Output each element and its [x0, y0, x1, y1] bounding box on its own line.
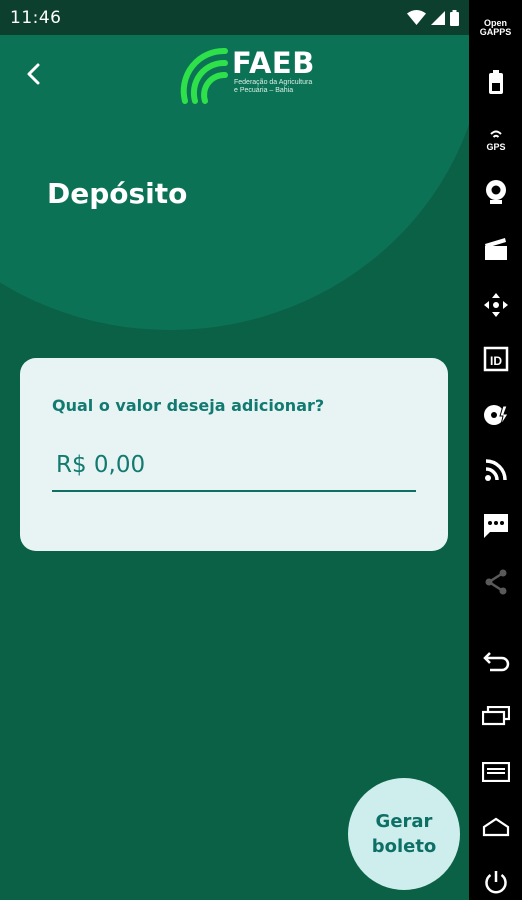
dpad-tool-button[interactable]	[469, 290, 522, 320]
back-icon	[482, 652, 509, 672]
deposit-card: Qual o valor deseja adicionar?	[20, 358, 448, 551]
sms-tool-button[interactable]	[469, 510, 522, 542]
recent-apps-button[interactable]	[469, 702, 522, 730]
logo-text: FAEB	[232, 46, 315, 80]
disk-tool-button[interactable]	[469, 400, 522, 430]
svg-text:ID: ID	[490, 354, 502, 368]
power-icon	[484, 871, 507, 894]
gps-tool-button[interactable]: GPS	[469, 125, 522, 155]
webcam-icon	[485, 180, 506, 204]
generate-boleto-button[interactable]: Gerar boleto	[348, 778, 460, 890]
menu-button[interactable]	[469, 758, 522, 786]
rss-icon	[484, 459, 507, 481]
wifi-icon	[407, 10, 426, 25]
chevron-left-icon	[27, 63, 40, 85]
signal-arcs-icon	[180, 47, 228, 104]
share-tool-button[interactable]	[469, 566, 522, 598]
home-icon	[482, 817, 509, 837]
status-time: 11:46	[10, 8, 62, 28]
battery-tool-button[interactable]	[469, 66, 522, 98]
nav-back-button[interactable]	[469, 647, 522, 675]
status-icons	[407, 9, 459, 27]
sms-icon	[483, 514, 508, 538]
device-id-tool-button[interactable]: ID	[469, 344, 522, 374]
home-button[interactable]	[469, 813, 522, 841]
gps-icon: GPS	[486, 130, 505, 152]
page-title: Depósito	[47, 177, 188, 210]
back-button[interactable]	[18, 58, 50, 90]
recent-apps-icon	[481, 706, 510, 726]
screen-record-tool-button[interactable]	[469, 233, 522, 265]
menu-icon	[481, 762, 510, 782]
app-screen: 11:46 FAEB Federação da Agricultura e Pe…	[0, 0, 469, 900]
dpad-icon	[483, 293, 508, 317]
battery-icon	[488, 70, 503, 94]
id-icon: ID	[483, 346, 508, 372]
amount-label: Qual o valor deseja adicionar?	[52, 396, 325, 415]
emulator-side-toolbar: Open GAPPS GPS ID	[469, 0, 522, 900]
gapps-label: Open GAPPS	[479, 18, 512, 37]
amount-input[interactable]	[52, 440, 416, 492]
network-tool-button[interactable]	[469, 455, 522, 485]
faeb-logo: FAEB Federação da Agricultura e Pecuária…	[179, 45, 319, 105]
svg-text:GPS: GPS	[486, 142, 505, 152]
open-gapps-button[interactable]: Open GAPPS	[469, 12, 522, 44]
clapperboard-icon	[484, 238, 507, 260]
cell-signal-icon	[431, 11, 445, 25]
share-icon	[485, 569, 506, 595]
logo-subtitle: Federação da Agricultura e Pecuária – Ba…	[234, 79, 313, 94]
webcam-tool-button[interactable]	[469, 177, 522, 207]
battery-status-icon	[450, 10, 459, 26]
power-button[interactable]	[469, 867, 522, 897]
status-bar: 11:46	[0, 0, 469, 35]
disk-icon	[483, 405, 509, 426]
